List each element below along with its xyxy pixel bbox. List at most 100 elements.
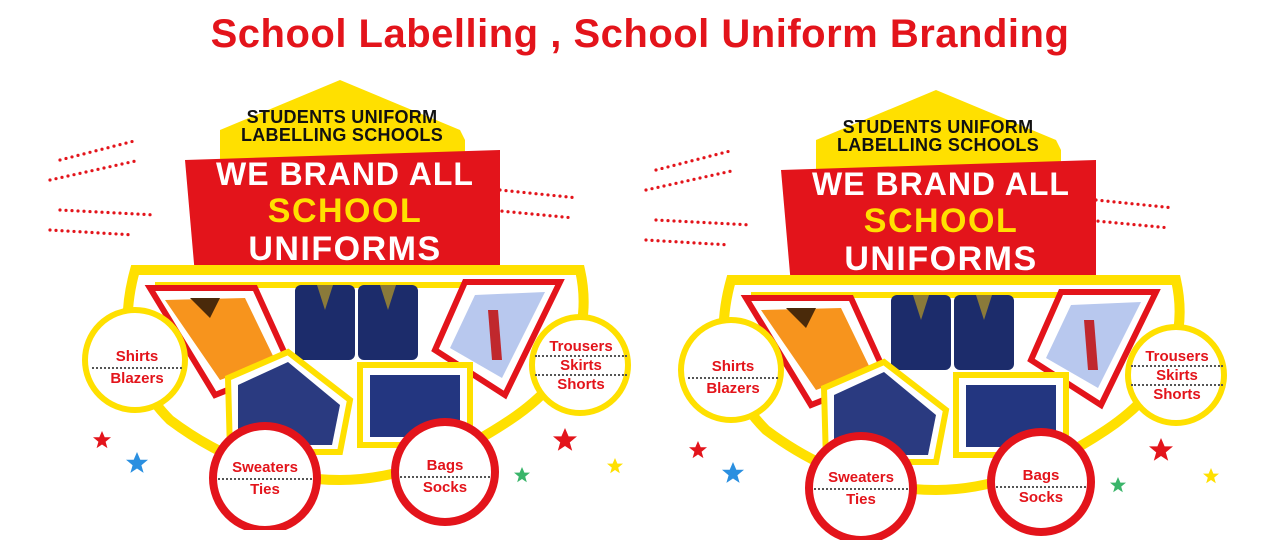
poster-left: STUDENTS UNIFORM LABELLING SCHOOLS WE BR…	[40, 60, 640, 530]
decor-dot	[64, 156, 68, 161]
decor-dot	[126, 233, 130, 237]
decor-dot	[690, 159, 694, 163]
decor-dot	[118, 211, 122, 215]
circle-item: Skirts	[535, 357, 627, 376]
decor-dot	[672, 163, 676, 167]
decor-dot	[548, 214, 552, 218]
decor-dot	[698, 241, 702, 245]
decor-dot	[546, 193, 550, 197]
yellow-star-icon	[1203, 468, 1219, 484]
decor-dot	[530, 212, 534, 216]
decor-dot	[1102, 220, 1106, 224]
decor-dot	[512, 210, 516, 214]
decor-dot	[644, 238, 648, 242]
decor-dot	[510, 189, 514, 193]
decor-dot	[554, 214, 558, 218]
decor-dot	[1100, 199, 1104, 203]
decor-dot	[702, 220, 706, 225]
decor-dot	[66, 229, 70, 233]
decor-dot	[1120, 221, 1124, 226]
decor-dot	[132, 159, 136, 163]
decor-dot	[136, 212, 140, 216]
decor-dot	[60, 175, 64, 179]
decor-dot	[666, 165, 670, 169]
decor-dot	[536, 212, 540, 217]
decor-dot	[716, 172, 720, 176]
circle-item: Sweaters	[218, 458, 312, 480]
circle-right-label: Trousers Skirts Shorts	[1131, 348, 1223, 403]
decor-dot	[88, 150, 92, 154]
tag-line-2: LABELLING SCHOOLS	[836, 135, 1040, 155]
decor-dot	[94, 149, 98, 153]
decor-dot	[60, 229, 64, 233]
decor-dot	[1150, 224, 1154, 228]
decor-dot	[696, 220, 700, 224]
decor-dot	[108, 165, 112, 169]
decor-dot	[72, 229, 76, 234]
decor-dot	[88, 209, 92, 214]
decor-dot	[728, 169, 732, 173]
decor-dot	[516, 190, 520, 194]
yellow-star-icon	[607, 458, 623, 474]
headline-line-1: WE BRAND ALL	[812, 166, 1070, 202]
decor-dot	[684, 160, 688, 164]
decor-dot	[564, 195, 568, 199]
decor-dot	[566, 215, 570, 220]
tag-line-2: LABELLING SCHOOLS	[240, 125, 444, 145]
headline-line-2: SCHOOL	[267, 192, 423, 230]
circle-item: Bags	[400, 456, 490, 478]
decor-dot	[732, 222, 736, 226]
decor-dot	[1148, 203, 1152, 208]
decor-dot	[666, 219, 670, 223]
decor-dot	[534, 192, 538, 196]
decor-dot	[1160, 205, 1164, 209]
circle-item: Shirts	[92, 347, 182, 369]
decor-dot	[680, 180, 684, 184]
decor-dot	[58, 208, 62, 212]
circle-item: Sweaters	[814, 468, 908, 490]
decor-dot	[96, 167, 100, 171]
circle-bottom-left-label: Sweaters Ties	[814, 468, 908, 510]
decor-dot	[660, 166, 664, 171]
decor-dot	[716, 242, 720, 246]
decor-dot	[1154, 204, 1158, 208]
circle-item: Shorts	[557, 376, 605, 393]
decor-dot	[552, 193, 556, 198]
decor-dot	[130, 139, 134, 144]
circle-item: Shorts	[1153, 386, 1201, 403]
decor-dot	[714, 153, 718, 157]
decor-dot	[678, 162, 682, 166]
decor-dot	[726, 222, 730, 226]
decor-dot	[720, 151, 724, 155]
decor-dot	[698, 176, 702, 180]
decor-dot	[1130, 202, 1134, 206]
decor-dot	[54, 228, 58, 232]
decor-dot	[710, 242, 714, 246]
green-star-icon	[514, 467, 530, 483]
headline-line-3: UNIFORMS	[844, 240, 1038, 278]
decor-dot	[668, 183, 672, 187]
decor-dot	[722, 171, 726, 175]
decor-dot	[70, 155, 74, 159]
decor-dot	[686, 179, 690, 183]
decor-dot	[48, 178, 52, 182]
decor-dot	[84, 170, 88, 174]
decor-dot	[114, 163, 118, 167]
decor-dot	[148, 213, 152, 217]
decor-dot	[708, 221, 712, 225]
decor-dot	[114, 232, 118, 236]
headline-line-1: WE BRAND ALL	[216, 156, 474, 192]
headline-line-2: SCHOOL	[863, 202, 1019, 240]
circle-item: Trousers	[535, 338, 627, 357]
decor-dot	[1156, 225, 1160, 229]
decor-dot	[1114, 221, 1118, 225]
decor-dot	[90, 230, 94, 235]
decor-dot	[94, 210, 98, 214]
red-star-icon	[689, 441, 707, 459]
blazers-photo	[295, 285, 418, 360]
circle-left-label: Shirts Blazers	[92, 347, 182, 389]
decor-dot	[120, 232, 124, 236]
decor-dot	[722, 243, 726, 247]
poster-right: STUDENTS UNIFORM LABELLING SCHOOLS WE BR…	[636, 70, 1236, 540]
circle-item: Ties	[250, 481, 280, 498]
